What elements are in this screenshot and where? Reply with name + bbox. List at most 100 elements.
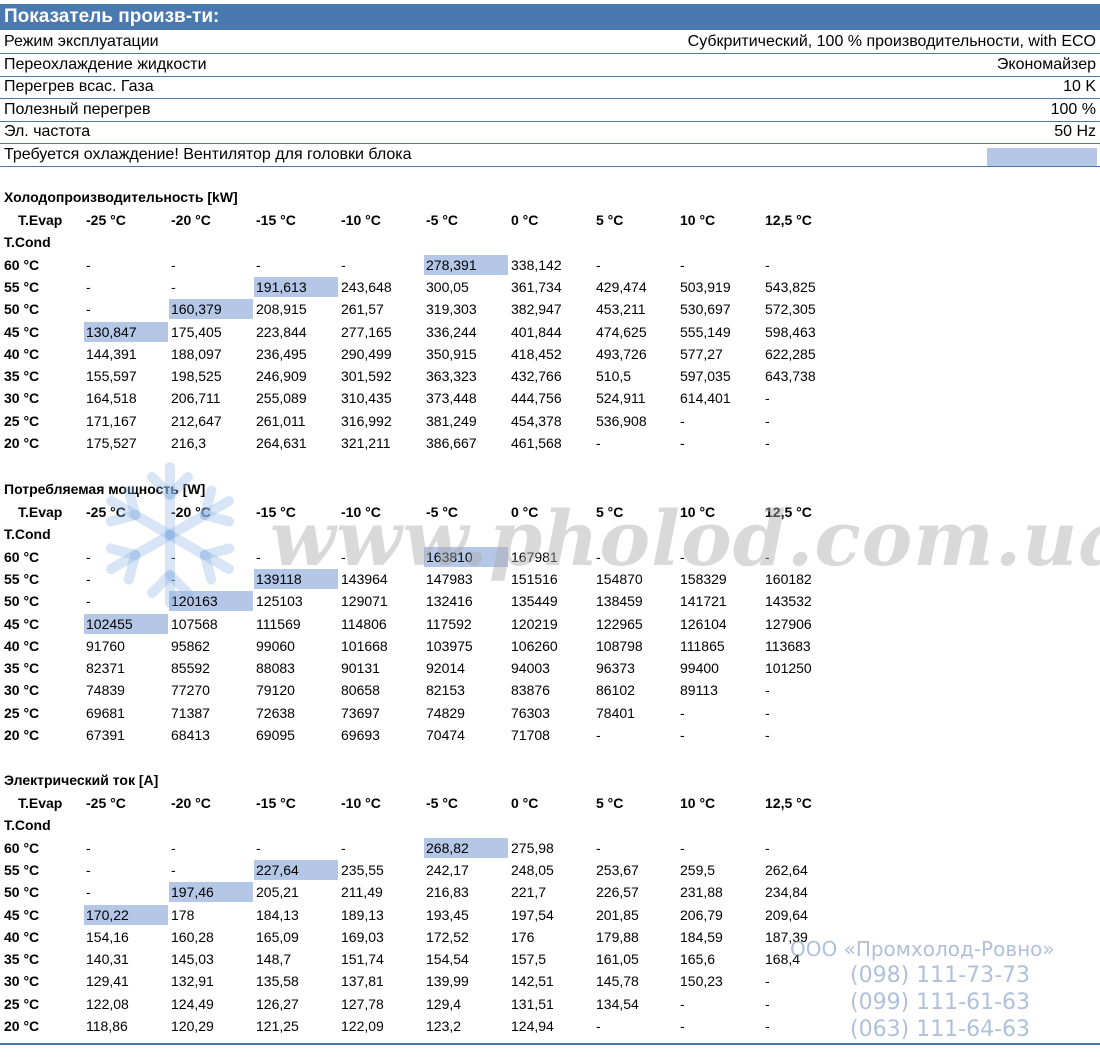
table-cell: 264,631 bbox=[256, 435, 307, 451]
table-cell: 140,31 bbox=[86, 951, 129, 968]
table-cell: 277,165 bbox=[341, 323, 392, 340]
table-cell: 262,64 bbox=[765, 861, 808, 878]
table-cell: 101250 bbox=[765, 660, 812, 677]
table-cell: - bbox=[86, 839, 91, 856]
row-header: 40 °C bbox=[4, 928, 40, 945]
table-cell: 99060 bbox=[256, 637, 295, 654]
table-cell: 135,58 bbox=[256, 973, 299, 990]
table-cell-highlighted: 268,82 bbox=[424, 837, 508, 858]
row-header: 55 °C bbox=[4, 861, 40, 878]
row-header: 45 °C bbox=[4, 906, 40, 923]
row-header: 60 °C bbox=[4, 548, 40, 565]
table-cell: - bbox=[765, 839, 770, 856]
row-header: 35 °C bbox=[4, 368, 40, 385]
table-cell: 80658 bbox=[341, 682, 380, 699]
table-cell: 157,5 bbox=[511, 951, 547, 968]
table-cell: 92014 bbox=[426, 660, 465, 677]
row-header: 50 °C bbox=[4, 593, 40, 610]
info-row: Полезный перегрев 100 % bbox=[0, 99, 1100, 122]
table-cell: 155,597 bbox=[86, 368, 137, 385]
table-cell: 129071 bbox=[341, 593, 388, 610]
table-cell: - bbox=[596, 727, 601, 743]
table-cell: 216,83 bbox=[426, 884, 469, 901]
table-cell: 160,28 bbox=[171, 928, 214, 945]
table-cell: - bbox=[596, 256, 601, 273]
table-cell: - bbox=[171, 839, 176, 856]
table-cell: 78401 bbox=[596, 704, 635, 721]
table-cell: - bbox=[680, 435, 685, 451]
table-cell: - bbox=[680, 995, 685, 1012]
table-cell: 444,756 bbox=[511, 390, 562, 407]
table-cell: 275,98 bbox=[511, 839, 554, 856]
table-cell: 216,3 bbox=[171, 435, 207, 451]
column-header: -10 °C bbox=[341, 795, 381, 811]
table-cell: 211,49 bbox=[341, 884, 383, 901]
table-cell: 151,74 bbox=[341, 951, 384, 968]
table-cell: 131,51 bbox=[511, 995, 554, 1012]
table-cell: 234,84 bbox=[765, 884, 808, 901]
table-cell: 111569 bbox=[256, 615, 301, 632]
column-header: -25 °C bbox=[86, 795, 126, 811]
table-cell: 77270 bbox=[171, 682, 210, 699]
bottom-divider bbox=[0, 1043, 1100, 1045]
table-cell: 429,474 bbox=[596, 278, 647, 295]
info-label: Полезный перегрев bbox=[4, 100, 151, 118]
column-header: -15 °C bbox=[256, 212, 296, 228]
company-phone: (063) 111-64-63 bbox=[850, 1017, 1031, 1042]
table-cell: 71708 bbox=[511, 727, 550, 743]
table-cell: 74829 bbox=[426, 704, 465, 721]
row-header: 60 °C bbox=[4, 839, 40, 856]
table-cell: 226,57 bbox=[596, 884, 639, 901]
table-cell: 197,54 bbox=[511, 906, 554, 923]
table-cell: 137,81 bbox=[341, 973, 384, 990]
table-cell: 381,249 bbox=[426, 412, 477, 429]
table-cell: - bbox=[765, 704, 770, 721]
table-cell: 132416 bbox=[426, 593, 473, 610]
table-cell: 164,518 bbox=[86, 390, 137, 407]
row-header: 45 °C bbox=[4, 615, 40, 632]
table-cell: 101668 bbox=[341, 637, 388, 654]
info-label: Требуется охлаждение! Вентилятор для гол… bbox=[4, 145, 412, 163]
table-title: Холодопроизводительность [kW] bbox=[4, 189, 238, 205]
table-cell: 198,525 bbox=[171, 368, 222, 385]
watermark-text: www.pholod.com.ua bbox=[270, 494, 1100, 583]
table-cell: 474,625 bbox=[596, 323, 647, 340]
table-cell: - bbox=[765, 412, 770, 429]
table-cell: 248,05 bbox=[511, 861, 554, 878]
table-cell: 144,391 bbox=[86, 345, 137, 362]
table-cell: 205,21 bbox=[256, 884, 299, 901]
table-cell: 114806 bbox=[341, 615, 387, 632]
table-cell: 127906 bbox=[765, 615, 812, 632]
table-cell: 107568 bbox=[171, 615, 218, 632]
table-cell: 126,27 bbox=[256, 995, 299, 1012]
table-cell: 122965 bbox=[596, 615, 643, 632]
table-cell: 493,726 bbox=[596, 345, 647, 362]
table-cell: 150,23 bbox=[680, 973, 723, 990]
table-cell: 212,647 bbox=[171, 412, 222, 429]
table-cell: 221,7 bbox=[511, 884, 547, 901]
table-cell: 132,91 bbox=[171, 973, 214, 990]
table-cell: 126104 bbox=[680, 615, 727, 632]
table-cell: 106260 bbox=[511, 637, 558, 654]
table-cell: 129,4 bbox=[426, 995, 462, 1012]
column-header: -25 °C bbox=[86, 212, 126, 228]
table-cell: - bbox=[86, 861, 91, 878]
table-cell: 99400 bbox=[680, 660, 719, 677]
table-cell: 223,844 bbox=[256, 323, 307, 340]
table-cell: 124,94 bbox=[511, 1018, 554, 1034]
table-cell: 188,097 bbox=[171, 345, 222, 362]
column-header: -5 °C bbox=[426, 795, 459, 811]
table-cell: 572,305 bbox=[765, 301, 816, 318]
table-cell: 300,05 bbox=[426, 278, 469, 295]
cond-header: T.Cond bbox=[4, 234, 51, 251]
table-cell: 246,909 bbox=[256, 368, 307, 385]
table-cell: 176 bbox=[511, 928, 535, 945]
table-cell: - bbox=[765, 256, 770, 273]
table-cell: 70474 bbox=[426, 727, 465, 743]
table-cell: 316,992 bbox=[341, 412, 392, 429]
table-cell: 94003 bbox=[511, 660, 550, 677]
row-header: 25 °C bbox=[4, 412, 40, 429]
table-cell: 74839 bbox=[86, 682, 125, 699]
table-cell: 382,947 bbox=[511, 301, 562, 318]
fan-indicator-box bbox=[987, 147, 1097, 166]
